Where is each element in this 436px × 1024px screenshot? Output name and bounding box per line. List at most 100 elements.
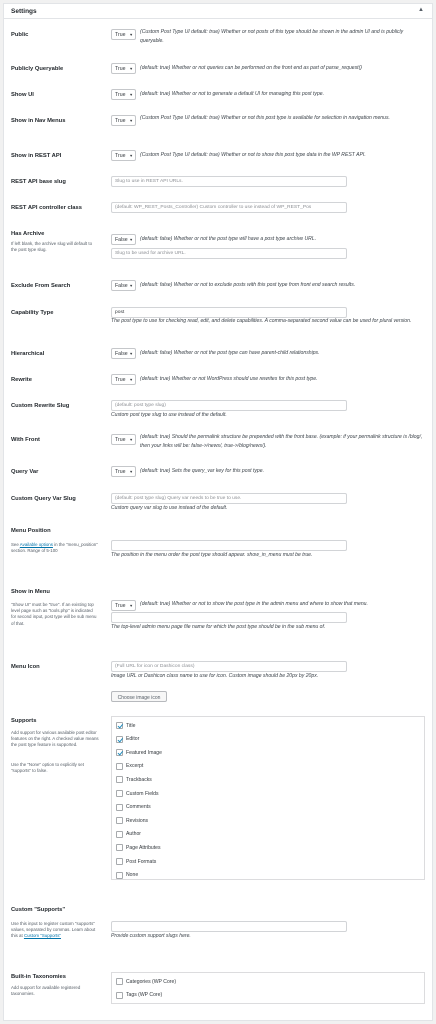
checkbox-unchecked-icon[interactable] [116, 978, 123, 985]
checkbox-unchecked-icon[interactable] [116, 762, 123, 770]
field-help: Add support for available registered tax… [11, 985, 81, 997]
field-description: Image URL or Dashicon class name to use … [111, 673, 319, 679]
field-help: See Available options in the "menu_posit… [11, 542, 99, 554]
available-options-link[interactable]: Available options [20, 542, 53, 547]
field-label: Show in REST API [11, 153, 62, 159]
show-in-menu-select[interactable]: True ▼ [111, 600, 136, 611]
field-help: Use this input to register custom "suppo… [11, 921, 99, 940]
checkbox-label: Tags (WP Core) [126, 992, 163, 999]
field-label: Public [11, 32, 29, 38]
field-label: Has Archive [11, 231, 45, 237]
supports-checkbox-list: Title Editor Featured Image Excerpt Trackbac… [111, 716, 425, 880]
caret-up-icon[interactable]: ▲ [418, 7, 424, 13]
exclude-from-search-select[interactable]: False ▼ [111, 280, 136, 291]
checkbox-unchecked-icon[interactable] [116, 991, 123, 999]
field-label: Publicly Queryable [11, 66, 64, 72]
chevron-down-icon: ▼ [129, 604, 133, 608]
field-description: (default: true) Sets the query_var key f… [140, 468, 265, 474]
menu-position-input[interactable] [111, 540, 347, 551]
public-select[interactable]: True ▼ [111, 29, 136, 40]
query-var-select[interactable]: True ▼ [111, 466, 136, 477]
field-description: The post type to use for checking read, … [111, 318, 412, 324]
chevron-down-icon: ▼ [129, 67, 133, 71]
checkbox-label: Author [126, 831, 142, 838]
with-front-select[interactable]: True ▼ [111, 434, 136, 445]
checkbox-label: Page Attributes [126, 844, 161, 851]
field-description: (default: true) Whether or not WordPress… [140, 376, 318, 382]
select-value: True [115, 32, 126, 38]
field-help: Add support for various available post e… [11, 730, 99, 748]
chevron-down-icon: ▼ [129, 93, 133, 97]
panel-header[interactable]: Settings ▲ [4, 4, 432, 19]
query-var-slug-input[interactable]: (default: post type slug) Query var need… [111, 493, 347, 504]
field-description: (default: true) Whether or not queries c… [140, 65, 362, 71]
field-label: Menu Position [11, 528, 51, 534]
select-value: True [115, 153, 126, 159]
taxonomies-checkbox-list: Categories (WP Core) Tags (WP Core) [111, 972, 425, 1004]
field-label: Show in Nav Menus [11, 118, 66, 124]
field-label: REST API controller class [11, 205, 82, 211]
field-label: Show in Menu [11, 589, 50, 595]
field-description: The top-level admin menu page file name … [111, 624, 326, 630]
checkbox-label: Revisions [126, 817, 149, 824]
show-ui-select[interactable]: True ▼ [111, 89, 136, 100]
field-description: The position in the menu order the post … [111, 552, 313, 558]
chevron-down-icon: ▼ [129, 119, 133, 123]
field-label: Rewrite [11, 377, 32, 383]
checkbox-checked-icon[interactable] [116, 722, 123, 729]
field-description: Custom query var slug to use instead of … [111, 505, 228, 511]
show-in-rest-select[interactable]: True ▼ [111, 150, 136, 161]
checkbox-label: Featured Image [126, 749, 162, 756]
show-in-nav-menus-select[interactable]: True ▼ [111, 115, 136, 126]
rewrite-slug-input[interactable]: (default: post type slug) [111, 400, 347, 411]
field-help: Use the "None" option to explicitly set … [11, 762, 84, 774]
checkbox-unchecked-icon[interactable] [116, 776, 123, 784]
field-label: Custom Query Var Slug [11, 496, 76, 502]
checkbox-unchecked-icon[interactable] [116, 803, 123, 811]
has-archive-select[interactable]: False ▼ [111, 234, 136, 245]
checkbox-label: Post Formats [126, 858, 157, 865]
rest-controller-input[interactable]: (default: WP_REST_Posts_Controller) Cust… [111, 202, 347, 213]
chevron-down-icon: ▼ [129, 438, 133, 442]
field-label: Show UI [11, 92, 34, 98]
checkbox-checked-icon[interactable] [116, 735, 123, 743]
field-description: (default: false) Whether or not the post… [140, 350, 320, 356]
checkbox-checked-icon[interactable] [116, 749, 123, 757]
select-value: True [115, 603, 126, 609]
choose-image-icon-button[interactable]: Choose image icon [111, 691, 167, 702]
checkbox-label: Trackbacks [126, 776, 152, 783]
field-description: (default: true) Should the permalink str… [140, 434, 423, 449]
field-description: Provide custom support slugs here. [111, 933, 191, 939]
chevron-down-icon: ▼ [129, 33, 133, 37]
rest-base-input[interactable]: Slug to use in REST API URLs. [111, 176, 347, 187]
checkbox-unchecked-icon[interactable] [116, 817, 123, 825]
checkbox-label: Excerpt [126, 763, 144, 770]
field-description: Custom post type slug to use instead of … [111, 412, 227, 418]
custom-supports-input[interactable] [111, 921, 347, 932]
checkbox-unchecked-icon[interactable] [116, 790, 123, 797]
checkbox-label: Editor [126, 736, 140, 743]
select-value: True [115, 118, 126, 124]
field-label: Custom "Supports" [11, 907, 66, 913]
has-archive-slug-input[interactable]: Slug to be used for archive URL. [111, 248, 347, 259]
publicly-queryable-select[interactable]: True ▼ [111, 63, 136, 74]
custom-supports-link[interactable]: Custom "Supports" [24, 933, 61, 938]
checkbox-unchecked-icon[interactable] [116, 844, 123, 852]
field-description: (Custom Post Type UI default: true) Whet… [140, 115, 390, 121]
checkbox-unchecked-icon[interactable] [116, 830, 123, 838]
field-description: (Custom Post Type UI default: true) Whet… [140, 152, 366, 158]
checkbox-label: Custom Fields [126, 790, 159, 797]
show-in-menu-string-input[interactable] [111, 612, 347, 623]
menu-icon-input[interactable]: (Full URL for icon or Dashicon class) [111, 661, 347, 672]
select-value: True [115, 92, 126, 98]
chevron-down-icon: ▼ [129, 284, 133, 288]
rewrite-select[interactable]: True ▼ [111, 374, 136, 385]
checkbox-label: Title [126, 722, 136, 729]
select-value: False [115, 283, 128, 289]
hierarchical-select[interactable]: False ▼ [111, 348, 136, 359]
checkbox-label: None [126, 872, 139, 879]
field-help: "Show UI" must be "true". If an existing… [11, 602, 97, 626]
checkbox-unchecked-icon[interactable] [116, 871, 123, 879]
checkbox-unchecked-icon[interactable] [116, 858, 123, 865]
checkbox-label: Categories (WP Core) [126, 978, 177, 985]
